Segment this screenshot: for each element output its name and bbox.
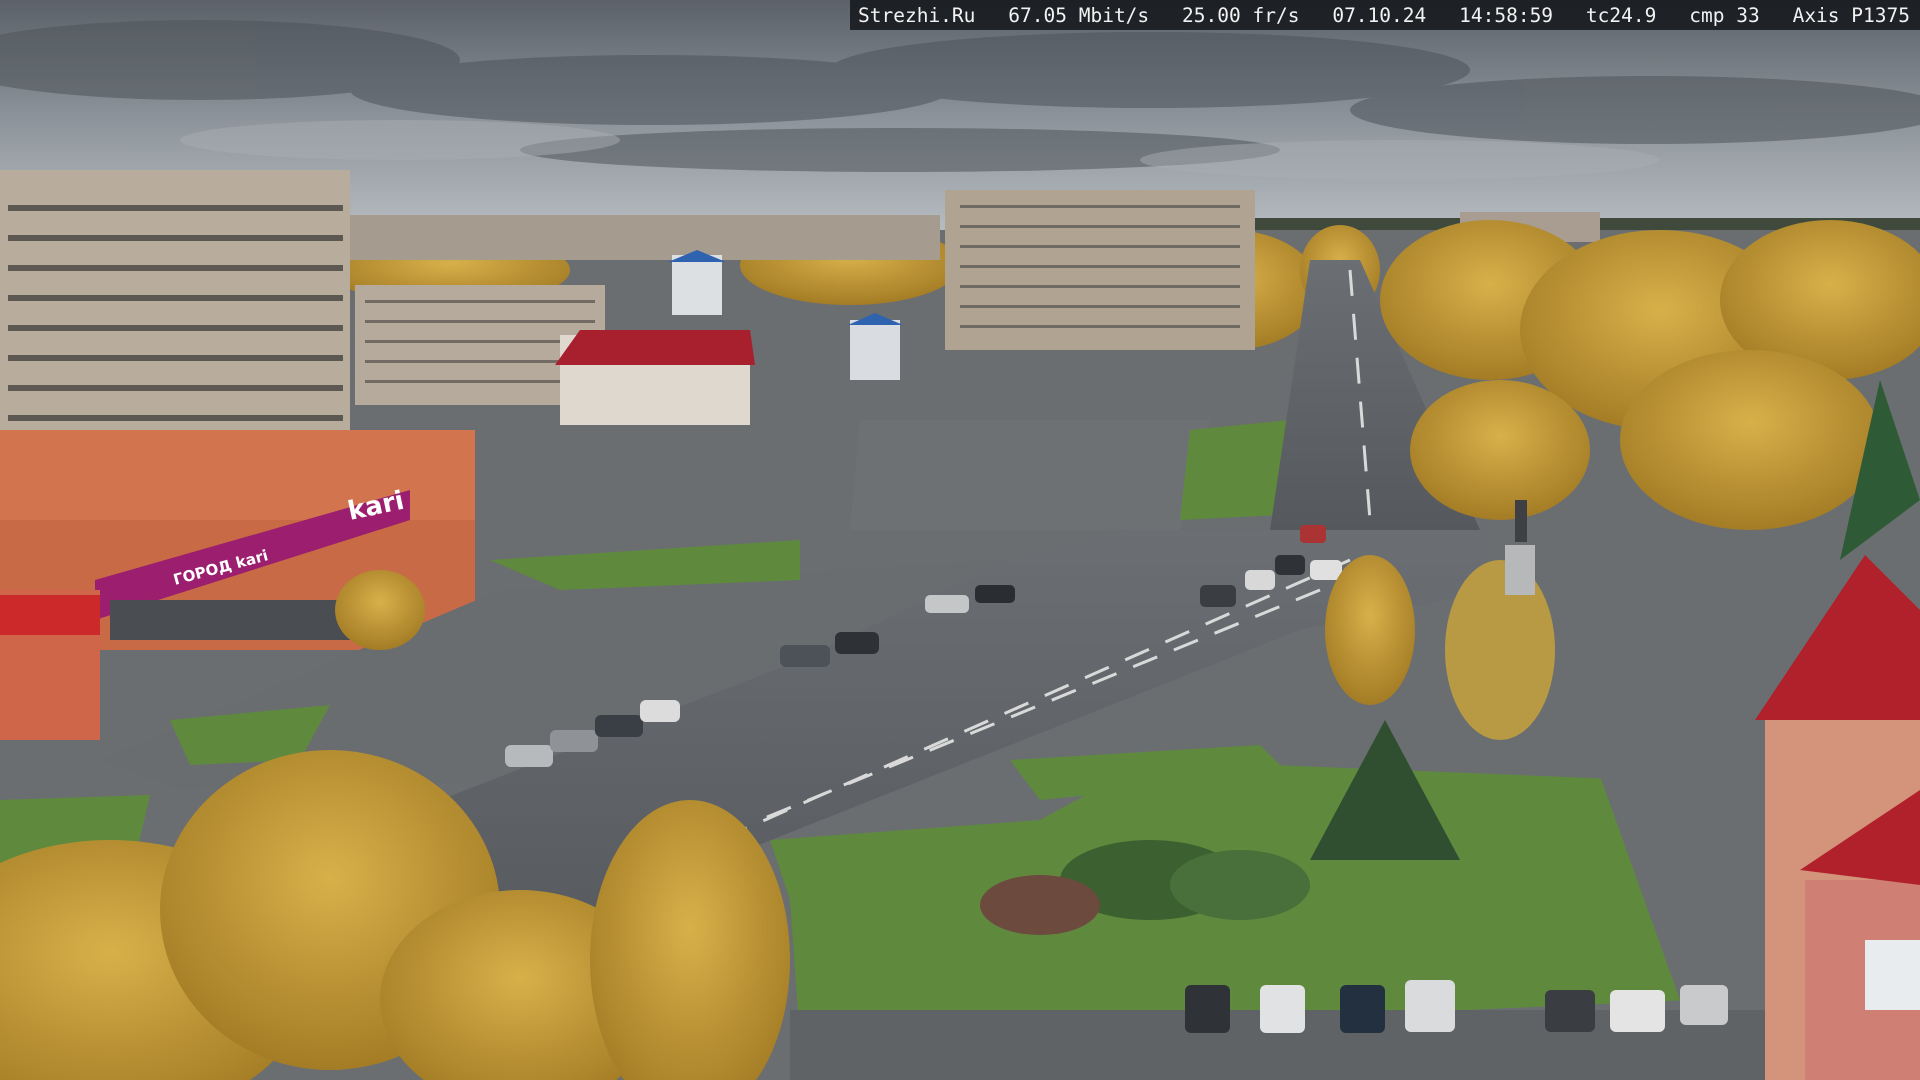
overlay-time: 14:58:59	[1459, 4, 1554, 27]
monument-statue	[1515, 500, 1527, 542]
overlay-temperature: tc24.9	[1585, 4, 1657, 27]
central-square	[850, 420, 1210, 530]
overlay-framerate: 25.00 fr/s	[1182, 4, 1300, 27]
center-birch	[1325, 555, 1415, 705]
city-street-scene: kari ГОРОД kari	[0, 0, 1920, 1080]
overlay-site: Strezhi.Ru	[858, 4, 976, 27]
overlay-camera-model: Axis P1375	[1792, 4, 1910, 27]
overlay-bitrate: 67.05 Mbit/s	[1008, 4, 1150, 27]
overlay-compression: cmp 33	[1689, 4, 1760, 27]
overlay-date: 07.10.24	[1332, 4, 1427, 27]
white-tower	[672, 255, 722, 315]
monument-pedestal	[1505, 545, 1535, 595]
webcam-frame: kari ГОРОД kari Strezhi.Ru 67.05 Mbit/s …	[0, 0, 1920, 1080]
camera-overlay-bar: Strezhi.Ru 67.05 Mbit/s 25.00 fr/s 07.10…	[850, 0, 1920, 30]
right-tree-grove	[1380, 220, 1920, 530]
